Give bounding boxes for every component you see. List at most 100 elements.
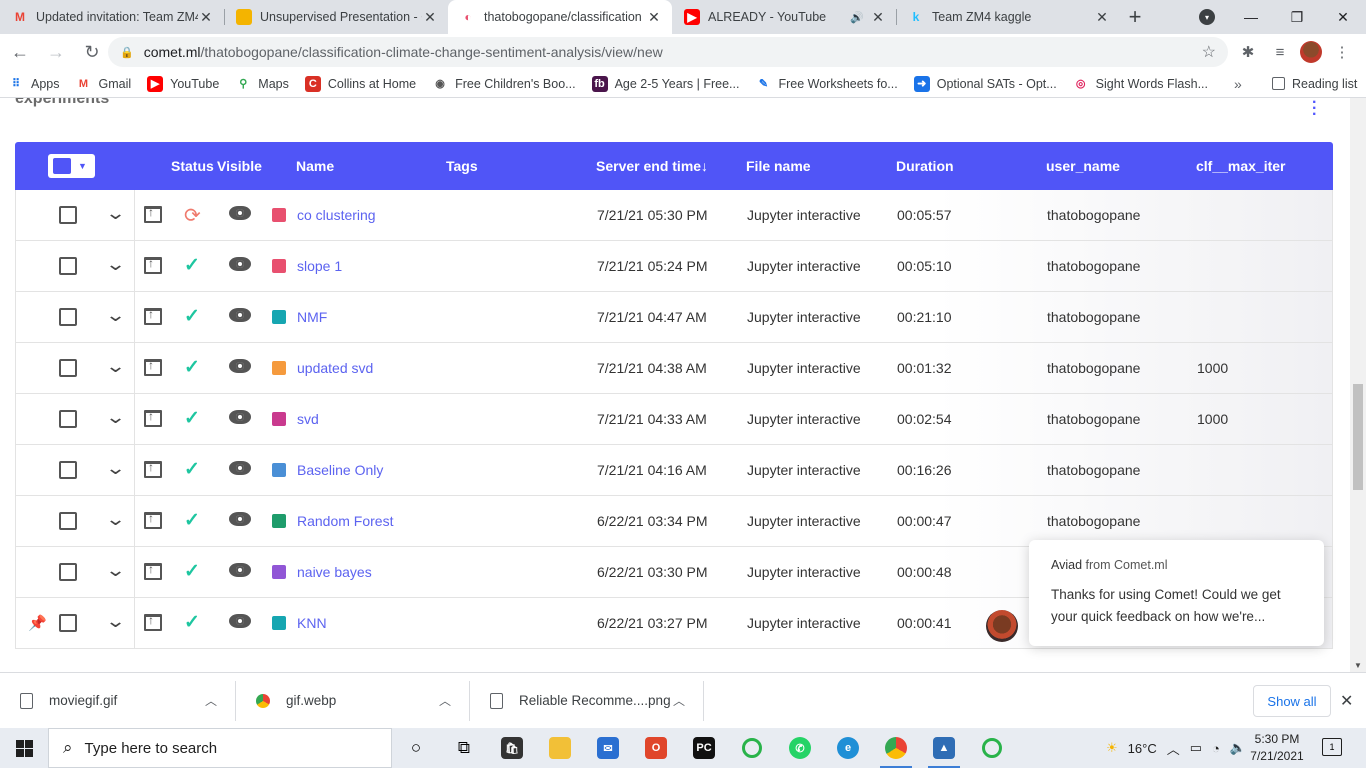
- color-swatch[interactable]: [272, 310, 286, 324]
- close-tab-icon[interactable]: ✕: [1094, 9, 1110, 26]
- download-item[interactable]: Reliable Recomme....png ︿: [470, 680, 704, 721]
- experiment-name[interactable]: Random Forest: [297, 513, 393, 529]
- chevron-up-icon[interactable]: ︿: [673, 692, 685, 709]
- row-checkbox[interactable]: [59, 359, 77, 377]
- close-tab-icon[interactable]: ✕: [422, 9, 438, 26]
- color-swatch[interactable]: [272, 616, 286, 630]
- lock-icon[interactable]: 🔒: [120, 46, 134, 59]
- bookmark-item[interactable]: fb Age 2-5 Years | Free...: [584, 70, 748, 98]
- chevron-down-icon[interactable]: ⌄: [105, 407, 126, 428]
- visible-eye-icon[interactable]: [229, 563, 251, 577]
- col-clf-max-iter[interactable]: clf__max_iter: [1196, 158, 1286, 174]
- bookmark-item[interactable]: ▶ YouTube: [139, 70, 227, 98]
- experiment-name[interactable]: slope 1: [297, 258, 342, 274]
- col-user-name[interactable]: user_name: [1046, 158, 1120, 174]
- col-name[interactable]: Name: [296, 158, 334, 174]
- file-explorer-icon[interactable]: [536, 728, 584, 768]
- tab-4[interactable]: ▶ ALREADY - YouTube 🔊 ✕: [672, 0, 896, 34]
- scroll-down-icon[interactable]: ▼: [1354, 661, 1362, 670]
- row-checkbox[interactable]: [59, 410, 77, 428]
- more-options-icon[interactable]: · · ·: [1312, 98, 1317, 123]
- row-checkbox[interactable]: [59, 614, 77, 632]
- experiment-name[interactable]: NMF: [297, 309, 327, 325]
- store-icon[interactable]: 🛍: [488, 728, 536, 768]
- tab-2[interactable]: Unsupervised Presentation - Go ✕: [224, 0, 448, 34]
- bookmark-star-icon[interactable]: ☆: [1202, 42, 1216, 62]
- chevron-down-icon[interactable]: ⌄: [105, 356, 126, 377]
- visible-eye-icon[interactable]: [229, 257, 251, 271]
- experiment-name[interactable]: Baseline Only: [297, 462, 383, 478]
- task-view-icon[interactable]: ⧉: [440, 728, 488, 768]
- visible-eye-icon[interactable]: [229, 461, 251, 475]
- visible-eye-icon[interactable]: [229, 359, 251, 373]
- col-duration[interactable]: Duration: [896, 158, 954, 174]
- bookmarks-overflow-icon[interactable]: »: [1234, 76, 1242, 92]
- bookmark-item[interactable]: ◎ Sight Words Flash...: [1065, 70, 1216, 98]
- windows-start-icon[interactable]: [0, 728, 48, 768]
- visible-eye-icon[interactable]: [229, 308, 251, 322]
- open-experiment-icon[interactable]: [144, 460, 162, 478]
- taskbar-clock[interactable]: 5:30 PM 7/21/2021: [1244, 731, 1310, 765]
- office-icon[interactable]: O: [632, 728, 680, 768]
- visible-eye-icon[interactable]: [229, 512, 251, 526]
- download-item[interactable]: gif.webp ︿: [236, 680, 470, 721]
- chrome-taskbar-icon[interactable]: [872, 728, 920, 768]
- bookmark-item[interactable]: ◉ Free Children's Boo...: [424, 70, 584, 98]
- spinner-app-icon[interactable]: [728, 728, 776, 768]
- bookmark-item[interactable]: ✎ Free Worksheets fo...: [747, 70, 905, 98]
- tab-3[interactable]: ◐ thatobogopane/classification ✕: [448, 0, 672, 34]
- chevron-down-icon[interactable]: ▼: [78, 161, 87, 171]
- table-row[interactable]: ⌄ ✓ updated svd 7/21/21 04:38 AM Jupyter int…: [15, 343, 1333, 394]
- row-checkbox[interactable]: [59, 206, 77, 224]
- visible-eye-icon[interactable]: [229, 410, 251, 424]
- show-all-button[interactable]: Show all: [1253, 685, 1331, 717]
- download-item[interactable]: moviegif.gif ︿: [0, 680, 236, 721]
- experiment-name[interactable]: svd: [297, 411, 319, 427]
- pin-icon[interactable]: 📌: [28, 614, 47, 632]
- color-swatch[interactable]: [272, 565, 286, 579]
- table-row[interactable]: ⌄ ✓ svd 7/21/21 04:33 AM Jupyter interactive…: [15, 394, 1333, 445]
- back-arrow-icon[interactable]: ←: [4, 36, 36, 68]
- experiment-name[interactable]: KNN: [297, 615, 327, 631]
- chevron-up-icon[interactable]: ︿: [439, 692, 451, 709]
- color-swatch[interactable]: [272, 259, 286, 273]
- color-swatch[interactable]: [272, 514, 286, 528]
- photos-icon[interactable]: ▲: [920, 728, 968, 768]
- row-checkbox[interactable]: [59, 461, 77, 479]
- minimize-icon[interactable]: —: [1228, 0, 1274, 34]
- experiment-name[interactable]: naive bayes: [297, 564, 372, 580]
- visible-eye-icon[interactable]: [229, 206, 251, 220]
- close-window-icon[interactable]: ✕: [1320, 0, 1366, 34]
- row-checkbox[interactable]: [59, 257, 77, 275]
- reload-icon[interactable]: ↻: [76, 36, 108, 68]
- speaker-icon[interactable]: 🔊: [850, 11, 864, 24]
- tray-expand-icon[interactable]: ︿: [1167, 739, 1180, 758]
- chevron-down-icon[interactable]: ⌄: [105, 560, 126, 581]
- row-checkbox[interactable]: [59, 563, 77, 581]
- chevron-down-icon[interactable]: ⌄: [105, 203, 126, 224]
- profile-avatar[interactable]: [1300, 41, 1322, 63]
- address-bar[interactable]: 🔒 comet.ml/thatobogopane/classification-…: [108, 37, 1228, 67]
- bookmark-item[interactable]: M Gmail: [68, 70, 140, 98]
- browser-menu-icon[interactable]: ⋮: [1330, 38, 1354, 66]
- color-swatch[interactable]: [272, 463, 286, 477]
- chat-avatar[interactable]: [986, 610, 1018, 642]
- open-experiment-icon[interactable]: [144, 307, 162, 325]
- weather-temp[interactable]: 16°C: [1128, 741, 1157, 756]
- new-tab-icon[interactable]: +: [1120, 0, 1150, 34]
- col-tags[interactable]: Tags: [446, 158, 478, 174]
- color-swatch[interactable]: [272, 412, 286, 426]
- wifi-icon[interactable]: ◔: [1212, 741, 1220, 756]
- color-swatch[interactable]: [272, 361, 286, 375]
- visible-eye-icon[interactable]: [229, 614, 251, 628]
- mail-icon[interactable]: ✉: [584, 728, 632, 768]
- battery-icon[interactable]: ▭: [1190, 740, 1202, 756]
- feedback-toast[interactable]: Aviad from Comet.ml Thanks for using Com…: [1029, 540, 1324, 646]
- col-status[interactable]: Status: [171, 158, 214, 174]
- tab-1[interactable]: M Updated invitation: Team ZM4 ✕: [0, 0, 224, 34]
- media-control-icon[interactable]: ≡: [1268, 38, 1292, 66]
- table-row[interactable]: ⌄ ⟳ co clustering 7/21/21 05:30 PM Jupyter i…: [15, 190, 1333, 241]
- col-visible[interactable]: Visible: [217, 158, 262, 174]
- open-experiment-icon[interactable]: [144, 205, 162, 223]
- col-file-name[interactable]: File name: [746, 158, 811, 174]
